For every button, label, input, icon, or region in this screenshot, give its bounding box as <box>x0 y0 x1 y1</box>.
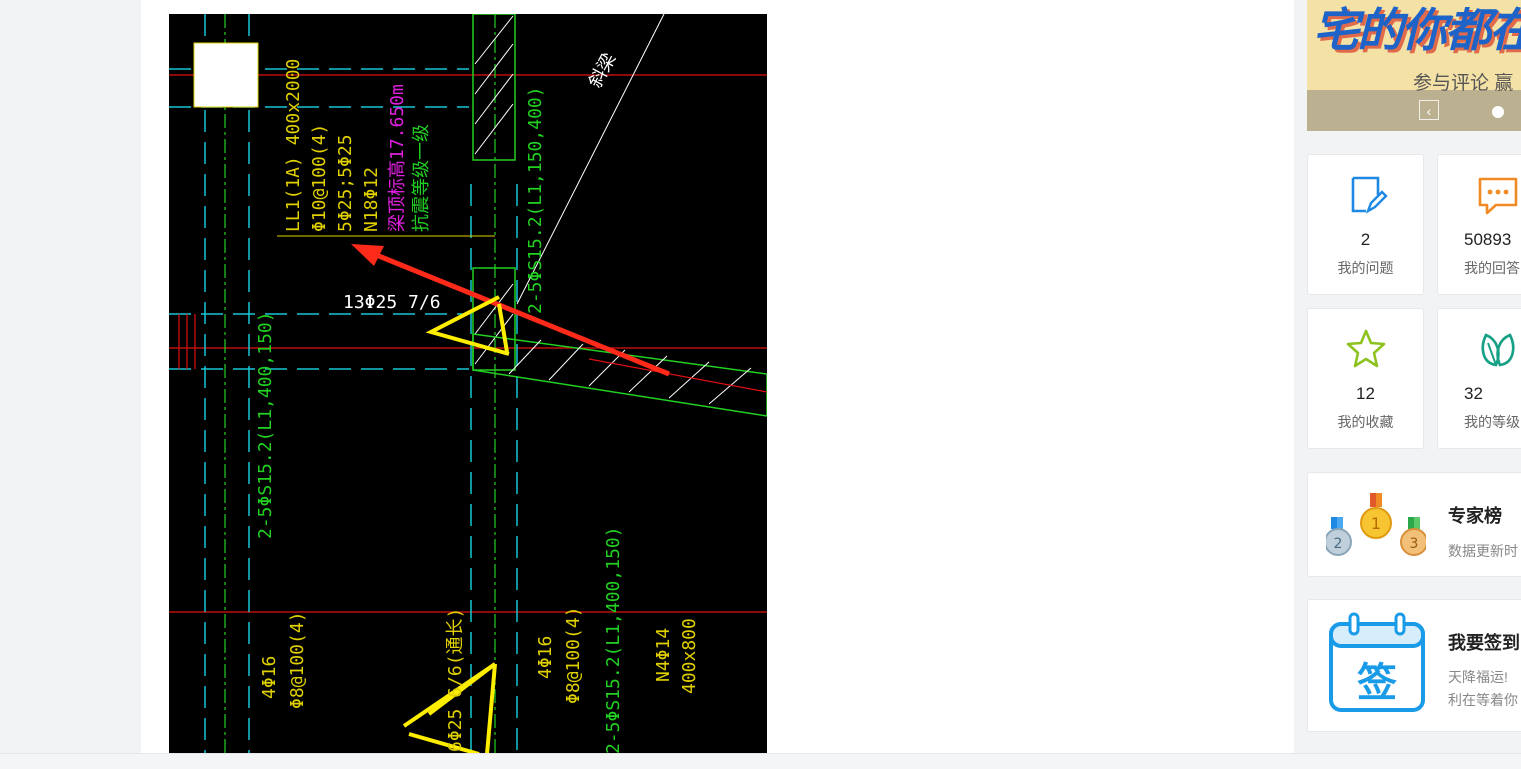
signin-desc-line2: 利在等着你 <box>1448 692 1518 708</box>
signin-desc-line1: 天降福运! <box>1448 669 1508 685</box>
cad-label-bottom1: 4Φ16 <box>259 656 280 699</box>
calendar-sign-icon: 签 <box>1328 612 1426 717</box>
cad-label-beam: LL1(1A) 400x2000 <box>283 59 304 232</box>
cad-label-bottom5: Φ8@100(4) <box>563 606 584 704</box>
expert-ranking-title: 专家榜 <box>1448 506 1502 526</box>
level-value: 32 <box>1464 384 1483 403</box>
cad-label-bottom4: 4Φ16 <box>535 636 556 679</box>
cad-drawing-image: LL1(1A) 400x2000 Φ10@100(4) 5Φ25;5Φ25 N1… <box>169 14 767 754</box>
leaf-icon <box>1438 327 1521 371</box>
stat-card-level[interactable]: 32 我的等级 <box>1437 308 1521 449</box>
expert-ranking-desc: 数据更新时 <box>1448 543 1518 559</box>
cad-label-stirrup: Φ10@100(4) <box>309 124 330 232</box>
svg-text:1: 1 <box>1371 514 1381 533</box>
answers-count: 50893 <box>1464 230 1512 249</box>
medals-icon: 1 2 3 <box>1324 491 1428 564</box>
cad-label-main: 5Φ25;5Φ25 <box>335 134 356 232</box>
cad-label-bottom3: 6Φ25 6/6(通长) <box>445 608 466 752</box>
banner-control-bar <box>1307 90 1521 131</box>
edit-note-icon <box>1308 173 1423 217</box>
cad-label-col-right-top: 2-5ΦS15.2(L1,150,400) <box>525 86 546 314</box>
banner-headline: 宅的你都在 <box>1313 4 1521 56</box>
cad-label-side: N18Φ12 <box>361 167 382 232</box>
cad-label-bottom6: 2-5ΦS15.2(L1,400,150) <box>603 526 624 754</box>
star-icon <box>1308 327 1423 371</box>
svg-text:3: 3 <box>1410 536 1419 552</box>
answers-label: 我的回答 <box>1464 260 1520 276</box>
svg-text:2: 2 <box>1334 536 1343 552</box>
carousel-dot-indicator[interactable] <box>1492 106 1504 118</box>
questions-count: 2 <box>1360 230 1371 249</box>
cad-label-bottom8: 400x800 <box>679 618 700 694</box>
cad-label-elev: 梁顶标高17.650m <box>387 84 408 232</box>
cad-label-col-left: 2-5ΦS15.2(L1,400,150) <box>255 311 276 539</box>
cad-label-top: 13Φ25 7/6 <box>343 292 441 313</box>
chevron-left-icon[interactable]: ‹ <box>1419 100 1439 120</box>
cad-label-grade: 抗震等级一级 <box>411 124 432 232</box>
favorites-count: 12 <box>1356 384 1375 403</box>
promo-banner[interactable]: 宅的你都在 参与评论 赢 ‹ <box>1307 0 1521 131</box>
chat-bubble-icon <box>1438 173 1521 217</box>
stat-card-answers[interactable]: 50893 我的回答 <box>1437 154 1521 295</box>
cad-label-bottom2: Φ8@100(4) <box>287 611 308 709</box>
cad-label-bottom7: N4Φ14 <box>653 628 674 682</box>
favorites-label: 我的收藏 <box>1337 414 1394 430</box>
stat-card-questions[interactable]: 2 我的问题 <box>1307 154 1424 295</box>
level-label: 我的等级 <box>1464 414 1520 430</box>
calendar-sign-char: 签 <box>1357 660 1397 706</box>
expert-ranking-card[interactable]: 1 2 3 专家榜 数据更新时 <box>1307 472 1521 577</box>
signin-title: 我要签到 <box>1448 633 1520 653</box>
stat-card-favorites[interactable]: 12 我的收藏 <box>1307 308 1424 449</box>
bottom-scrollbar-strip <box>0 753 1521 769</box>
signin-card[interactable]: 签 我要签到 天降福运! 利在等着你 <box>1307 599 1521 732</box>
questions-label: 我的问题 <box>1337 260 1394 276</box>
